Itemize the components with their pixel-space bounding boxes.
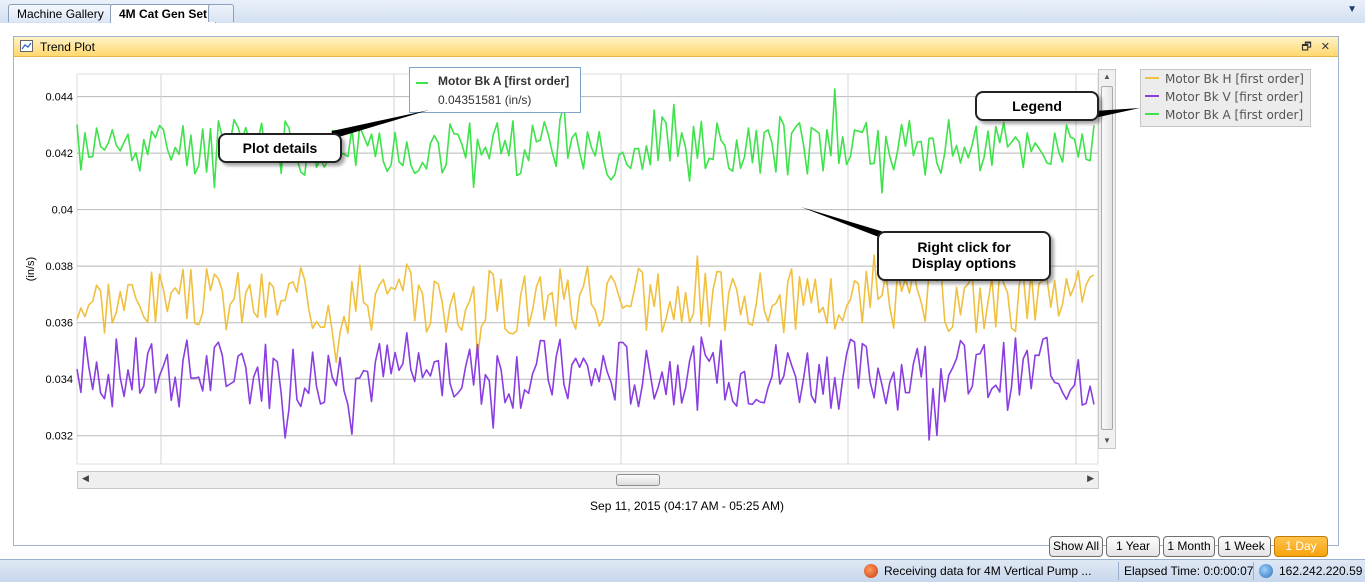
callout-right-click-line2: Display options (911, 255, 1017, 271)
y-tick-label: 0.036 (45, 318, 73, 330)
scroll-right-icon[interactable]: ▶ (1087, 473, 1094, 484)
y-tick-label: 0.042 (45, 148, 73, 160)
status-message: Receiving data for 4M Vertical Pump ... (864, 564, 1091, 578)
one-year-button[interactable]: 1 Year (1106, 536, 1160, 557)
legend-label: Motor Bk A [first order] (1165, 108, 1304, 122)
server-ip: 162.242.220.59 (1259, 564, 1362, 578)
horizontal-scroll-thumb[interactable] (616, 474, 660, 486)
tooltip-series-name: Motor Bk A [first order] (438, 74, 570, 88)
y-tick-label: 0.034 (45, 374, 73, 386)
y-tick-label: 0.038 (45, 261, 73, 273)
legend-swatch-v (1145, 95, 1159, 97)
legend-label: Motor Bk H [first order] (1165, 72, 1304, 86)
callout-right-click: Right click for Display options (877, 231, 1051, 281)
chart-legend[interactable]: Motor Bk H [first order] Motor Bk V [fir… (1140, 69, 1311, 127)
y-tick-label: 0.044 (45, 92, 73, 104)
workspace: Trend Plot 🗗 ✕ 0.044 0.042 0.04 0.038 0.036 0… (0, 23, 1365, 559)
status-bar: Receiving data for 4M Vertical Pump ... … (0, 559, 1365, 582)
receiving-data-icon (864, 564, 878, 578)
legend-item[interactable]: Motor Bk A [first order] (1145, 108, 1303, 122)
tab-new[interactable] (208, 4, 234, 22)
restore-window-icon[interactable]: 🗗 (1301, 41, 1311, 53)
show-all-button[interactable]: Show All (1049, 536, 1103, 557)
trend-plot-panel: Trend Plot 🗗 ✕ 0.044 0.042 0.04 0.038 0.036 0… (13, 36, 1339, 546)
plot-details-tooltip: Motor Bk A [first order] 0.04351581 (in/… (409, 67, 581, 113)
close-icon[interactable]: ✕ (1321, 41, 1330, 53)
vertical-scroll-thumb[interactable] (1101, 86, 1113, 430)
tooltip-swatch (416, 82, 428, 84)
callout-plot-details: Plot details (218, 133, 342, 163)
scroll-left-icon[interactable]: ◀ (82, 473, 89, 484)
callout-legend: Legend (975, 91, 1099, 121)
scroll-down-icon[interactable]: ▼ (1100, 434, 1114, 448)
legend-label: Motor Bk V [first order] (1165, 90, 1304, 104)
tab-machine-gallery[interactable]: Machine Gallery (8, 4, 113, 22)
trend-plot-icon (20, 40, 33, 52)
y-tick-label: 0.04 (52, 205, 73, 217)
y-axis-label: (in/s) (25, 257, 37, 281)
tab-4m-cat-gen-set[interactable]: 4M Cat Gen Set (110, 4, 217, 23)
server-ip-text: 162.242.220.59 (1279, 564, 1363, 578)
legend-swatch-a (1145, 113, 1159, 115)
one-month-button[interactable]: 1 Month (1163, 536, 1215, 557)
elapsed-time: Elapsed Time: 0:0:00:07 (1124, 564, 1254, 578)
tab-list-dropdown-icon[interactable]: ▼ (1347, 4, 1357, 15)
one-day-button[interactable]: 1 Day (1274, 536, 1328, 557)
panel-title: Trend Plot (40, 40, 95, 54)
document-tab-bar: Machine Gallery 4M Cat Gen Set ▼ (0, 0, 1365, 24)
network-globe-icon (1259, 564, 1273, 578)
plot-horizontal-scrollbar[interactable]: ◀ ▶ (77, 471, 1099, 489)
legend-swatch-h (1145, 77, 1159, 79)
panel-header: Trend Plot 🗗 ✕ (14, 37, 1338, 57)
date-range-label: Sep 11, 2015 (04:17 AM - 05:25 AM) (590, 499, 784, 513)
legend-item[interactable]: Motor Bk V [first order] (1145, 90, 1303, 104)
status-message-text: Receiving data for 4M Vertical Pump ... (884, 564, 1092, 578)
legend-item[interactable]: Motor Bk H [first order] (1145, 72, 1304, 86)
tooltip-value: 0.04351581 (in/s) (438, 93, 532, 107)
callout-right-click-line1: Right click for (917, 239, 1011, 255)
y-tick-label: 0.032 (45, 431, 73, 443)
scroll-up-icon[interactable]: ▲ (1100, 70, 1114, 84)
plot-vertical-scrollbar[interactable]: ▲ ▼ (1098, 69, 1116, 449)
one-week-button[interactable]: 1 Week (1218, 536, 1271, 557)
